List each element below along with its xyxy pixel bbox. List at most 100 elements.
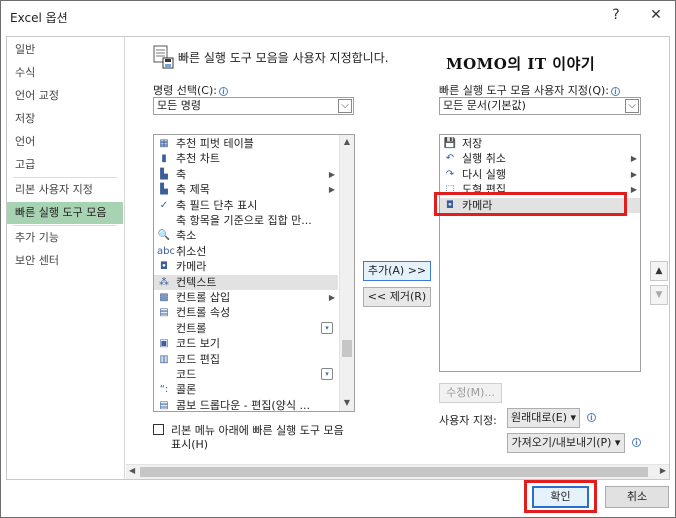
command-item[interactable]: 축 항목을 기준으로 집합 만... — [154, 213, 338, 228]
command-item[interactable]: 코드 ▾ — [154, 367, 338, 382]
command-item[interactable]: ◘ 카메라 — [154, 259, 338, 274]
command-item[interactable]: ⁂ 컨텍스트 — [154, 274, 338, 290]
command-item-label: 컨트롤 — [176, 321, 207, 335]
toolbar-commands-list[interactable]: 💾 저장 ↶ 실행 취소 ▶ ↷ 다시 실행 ▶ ⬚ 도형 편집 ▶ ◘ 카메라 — [439, 134, 641, 372]
command-item-label: 취소선 — [176, 244, 207, 258]
info-icon: i — [611, 87, 620, 96]
commands-list-scrollbar[interactable]: ▲ ▼ — [339, 135, 354, 411]
customize-toolbar-label: 빠른 실행 도구 모음 사용자 지정(Q): i — [439, 82, 620, 98]
save-icon: 💾 — [443, 138, 457, 149]
sidebar-divider — [13, 225, 117, 226]
insert-control-icon: ▩ — [159, 292, 169, 303]
command-item[interactable]: ▤ 컨트롤 속성 — [154, 305, 338, 320]
command-item-label: 추천 피벗 테이블 — [176, 137, 254, 150]
remove-button[interactable]: << 제거(R) — [363, 287, 431, 307]
command-item-label: 카메라 — [176, 260, 207, 274]
pivot-icon: ▦ — [159, 138, 169, 149]
sidebar-item-add-ins[interactable]: 추가 기능 — [7, 227, 123, 249]
sidebar-item-advanced[interactable]: 고급 — [7, 154, 123, 176]
dropdown-icon: ▾ — [321, 368, 333, 380]
strikethrough-icon: abc — [157, 245, 175, 257]
scroll-left-icon[interactable]: ◀ — [129, 466, 135, 475]
submenu-arrow-icon: ▶ — [328, 185, 335, 195]
sidebar-item-quick-access-toolbar[interactable]: 빠른 실행 도구 모음 — [7, 202, 123, 224]
undo-icon: ↶ — [445, 153, 455, 165]
cancel-button[interactable]: 취소 — [605, 486, 669, 508]
toolbar-command-item[interactable]: ↷ 다시 실행 ▶ — [440, 167, 640, 182]
help-button[interactable]: ? — [601, 3, 631, 27]
axis-icon: ▙ — [160, 168, 168, 180]
triangle-down-icon: ▼ — [655, 290, 663, 300]
customize-toolbar-label-text: 빠른 실행 도구 모음 사용자 지정(Q): — [439, 84, 609, 97]
show-below-ribbon-label-2[interactable]: 표시(H) — [171, 436, 208, 452]
command-item[interactable]: ▥ 코드 편집 — [154, 352, 338, 367]
control-properties-icon: ▤ — [159, 307, 169, 319]
chevron-down-icon[interactable]: ⌵ — [625, 99, 639, 113]
command-item[interactable]: ▩ 컨트롤 삽입 ▶ — [154, 290, 338, 305]
move-down-button[interactable]: ▼ — [650, 285, 668, 305]
toolbar-command-item[interactable]: 💾 저장 — [440, 136, 640, 151]
add-button[interactable]: 추가(A) >> — [363, 261, 431, 281]
sidebar-item-save[interactable]: 저장 — [7, 108, 123, 130]
command-item[interactable]: 컨트롤 ▾ — [154, 321, 338, 336]
page-title: 빠른 실행 도구 모음을 사용자 지정합니다. — [178, 51, 389, 65]
sidebar: 일반 수식 언어 교정 저장 언어 고급 리본 사용자 지정 빠른 실행 도구 … — [7, 37, 125, 479]
zoom-out-icon: 🔍 — [157, 230, 171, 242]
command-item[interactable]: abc 취소선 — [154, 244, 338, 259]
window-title: Excel 옵션 — [10, 11, 68, 25]
redo-icon: ↷ — [445, 168, 455, 180]
command-item[interactable]: ▦ 추천 피벗 테이블 — [154, 136, 338, 151]
chevron-down-icon[interactable]: ⌵ — [338, 99, 352, 113]
scroll-thumb[interactable] — [140, 467, 648, 477]
toolbar-command-item-label: 다시 실행 — [462, 167, 506, 181]
command-item-label: 컨텍스트 — [176, 275, 217, 289]
sidebar-item-customize-ribbon[interactable]: 리본 사용자 지정 — [7, 179, 123, 201]
command-item[interactable]: ▮ 추천 차트 — [154, 151, 338, 166]
move-up-button[interactable]: ▲ — [650, 261, 668, 281]
sidebar-divider — [13, 177, 117, 178]
info-icon: i — [632, 438, 641, 447]
horizontal-scrollbar[interactable]: ◀ ▶ — [126, 464, 669, 479]
command-item-label: 콤보 드롭다운 - 편집(양식 ... — [176, 398, 310, 412]
reset-button[interactable]: 원래대로(E) ▾ — [507, 408, 580, 428]
main-panel: 빠른 실행 도구 모음을 사용자 지정합니다. MOMO의 IT 이야기 명령 … — [126, 37, 669, 479]
command-item[interactable]: “: 콜론 — [154, 382, 338, 397]
command-item-label: 콜론 — [176, 383, 197, 397]
command-item-label: 축 — [176, 167, 187, 181]
submenu-arrow-icon: ▶ — [630, 169, 637, 179]
edit-code-icon: ▥ — [159, 353, 169, 365]
command-item-label: 축 필드 단추 표시 — [176, 198, 258, 212]
scroll-thumb[interactable] — [342, 340, 352, 357]
command-item[interactable]: ▙ 축 ▶ — [154, 167, 338, 182]
command-item[interactable]: ▤ 콤보 드롭다운 - 편집(양식 ... — [154, 398, 338, 412]
scroll-up-icon[interactable]: ▲ — [342, 136, 352, 148]
sidebar-item-trust-center[interactable]: 보안 센터 — [7, 250, 123, 272]
command-item-label: 축 제목 — [176, 183, 210, 197]
scroll-down-icon[interactable]: ▼ — [342, 397, 352, 409]
command-item[interactable]: 🔍 축소 — [154, 228, 338, 243]
sidebar-item-formulas[interactable]: 수식 — [7, 62, 123, 84]
show-below-ribbon-checkbox[interactable] — [153, 424, 164, 435]
sidebar-item-general[interactable]: 일반 — [7, 39, 123, 61]
toolbar-command-item-label: 저장 — [462, 137, 483, 150]
modify-button[interactable]: 수정(M)... — [439, 383, 502, 403]
sidebar-item-proofing[interactable]: 언어 교정 — [7, 85, 123, 107]
toolbar-command-item[interactable]: ↶ 실행 취소 ▶ — [440, 151, 640, 166]
command-item[interactable]: ▙ 축 제목 ▶ — [154, 182, 338, 197]
scroll-right-icon[interactable]: ▶ — [660, 466, 666, 475]
choose-commands-select[interactable]: 모든 명령 ⌵ — [153, 97, 354, 115]
check-icon: ✓ — [159, 199, 169, 211]
context-icon: ⁂ — [159, 276, 169, 288]
command-item[interactable]: ▣ 코드 보기 — [154, 336, 338, 351]
import-export-button[interactable]: 가져오기/내보내기(P) ▾ — [507, 433, 625, 453]
command-item-label: 컨트롤 속성 — [176, 306, 231, 320]
sidebar-item-language[interactable]: 언어 — [7, 131, 123, 153]
command-item-label: 축소 — [176, 229, 197, 243]
blank-icon — [157, 368, 171, 381]
commands-list[interactable]: ▦ 추천 피벗 테이블 ▮ 추천 차트 ▙ 축 ▶ ▙ 축 제목 ▶ ✓ 축 필드 단추 표시 축 항목… — [153, 134, 355, 412]
close-button[interactable]: ✕ — [641, 3, 671, 27]
customize-toolbar-select[interactable]: 모든 문서(기본값) ⌵ — [439, 97, 641, 115]
axis-title-icon: ▙ — [160, 184, 168, 196]
command-item[interactable]: ✓ 축 필드 단추 표시 — [154, 198, 338, 213]
info-icon: i — [587, 413, 596, 422]
